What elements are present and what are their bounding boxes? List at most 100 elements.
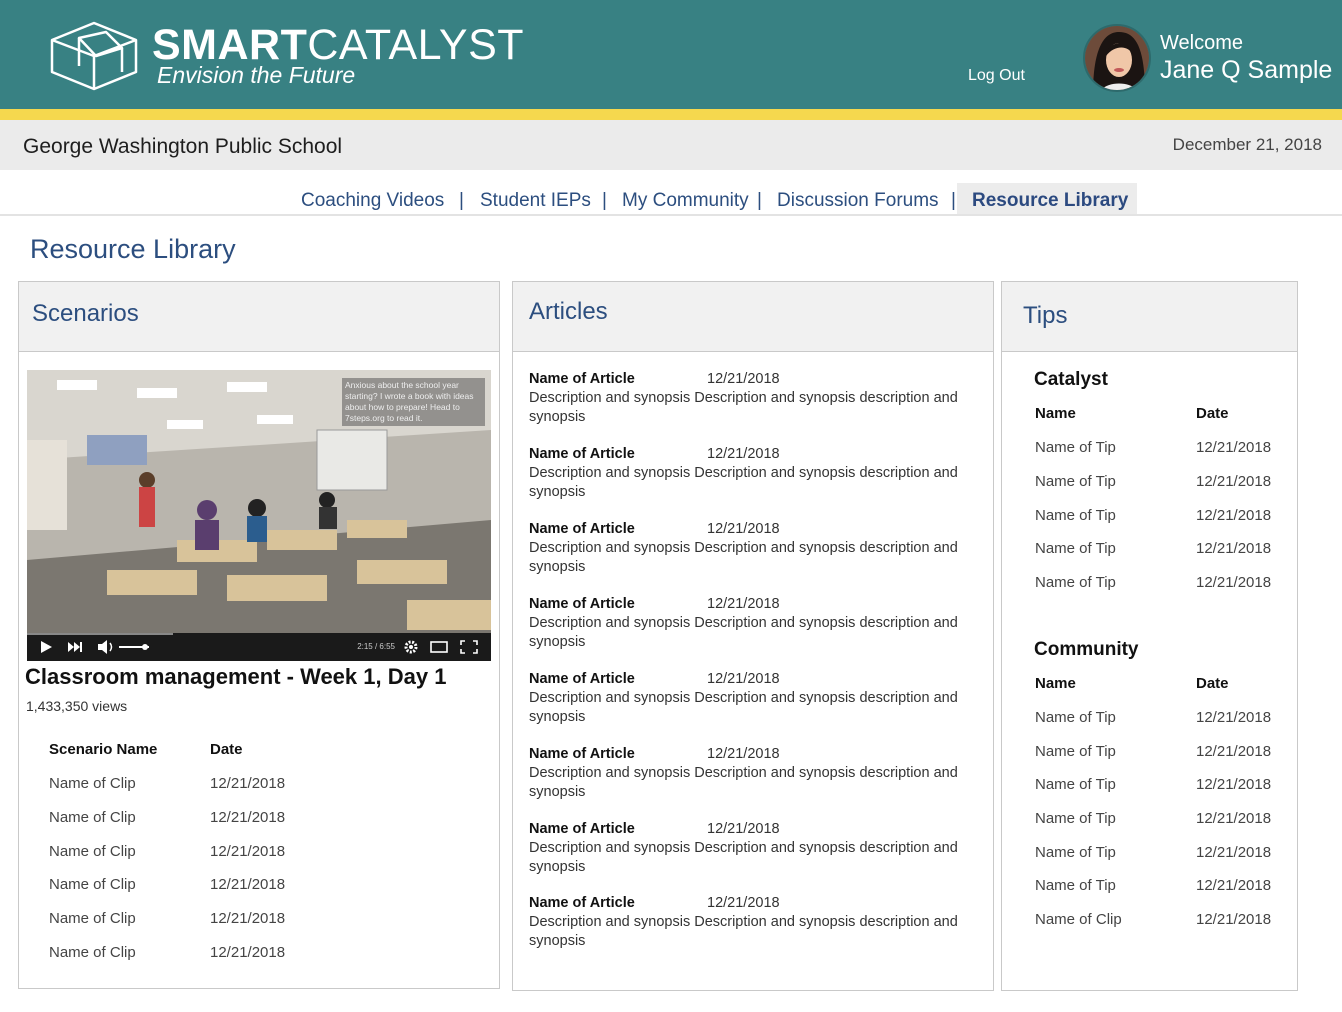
article-description: Description and synopsis Description and…: [529, 914, 958, 949]
articles-title: Articles: [529, 298, 608, 325]
play-icon[interactable]: [41, 641, 52, 653]
video-overlay-text: Anxious about the school year starting? …: [342, 378, 485, 426]
nav-separator: |: [602, 190, 607, 211]
scenario-clip-name[interactable]: Name of Clip: [49, 910, 136, 927]
welcome-label: Welcome: [1160, 32, 1243, 54]
fullscreen-icon[interactable]: [460, 640, 478, 654]
article-item[interactable]: Name of Article 12/21/2018 Description an…: [529, 745, 987, 802]
article-date: 12/21/2018: [707, 671, 780, 687]
settings-icon[interactable]: [404, 640, 418, 654]
catalyst-tip-date: 12/21/2018: [1196, 507, 1272, 524]
brand-tagline: Envision the Future: [157, 62, 356, 88]
scenario-clip-name[interactable]: Name of Clip: [49, 843, 136, 860]
community-tip-date: 12/21/2018: [1196, 810, 1272, 827]
scenario-clip-date: 12/21/2018: [210, 809, 286, 826]
article-name[interactable]: Name of Article: [529, 820, 707, 839]
scenario-clip-name[interactable]: Name of Clip: [49, 775, 136, 792]
theater-mode-icon[interactable]: [430, 641, 448, 653]
article-name[interactable]: Name of Article: [529, 670, 707, 689]
article-date: 12/21/2018: [707, 895, 780, 911]
article-item[interactable]: Name of Article 12/21/2018 Description an…: [529, 520, 987, 577]
article-name[interactable]: Name of Article: [529, 745, 707, 764]
article-description: Description and synopsis Description and…: [529, 690, 958, 725]
logout-link[interactable]: Log Out: [968, 67, 1025, 85]
article-item[interactable]: Name of Article 12/21/2018 Description an…: [529, 445, 987, 502]
scenario-clip-name[interactable]: Name of Clip: [49, 809, 136, 826]
community-tip-date: 12/21/2018: [1196, 743, 1272, 760]
tab-coaching-videos[interactable]: Coaching Videos: [301, 190, 444, 212]
article-description: Description and synopsis Description and…: [529, 765, 958, 800]
article-item[interactable]: Name of Article 12/21/2018 Description an…: [529, 595, 987, 652]
community-section-title: Community: [1034, 639, 1139, 660]
community-tip-name[interactable]: Name of Tip: [1035, 743, 1116, 760]
scenario-clip-name[interactable]: Name of Clip: [49, 876, 136, 893]
catalyst-name-header: Name: [1035, 405, 1076, 422]
community-tip-date: 12/21/2018: [1196, 844, 1272, 861]
community-tip-name[interactable]: Name of Clip: [1035, 911, 1122, 928]
tab-discussion-forums[interactable]: Discussion Forums: [777, 190, 939, 212]
volume-slider[interactable]: [119, 644, 149, 650]
article-name[interactable]: Name of Article: [529, 894, 707, 913]
article-item[interactable]: Name of Article 12/21/2018 Description an…: [529, 820, 987, 877]
article-description: Description and synopsis Description and…: [529, 615, 958, 650]
nav-separator: |: [951, 190, 956, 211]
scenario-clip-date: 12/21/2018: [210, 944, 286, 961]
scenarios-title: Scenarios: [32, 300, 139, 327]
community-tip-date: 12/21/2018: [1196, 911, 1272, 928]
community-tip-name[interactable]: Name of Tip: [1035, 844, 1116, 861]
catalyst-section-title: Catalyst: [1034, 369, 1108, 390]
nav-underline: [0, 214, 1342, 216]
article-name[interactable]: Name of Article: [529, 370, 707, 389]
catalyst-tip-name[interactable]: Name of Tip: [1035, 540, 1116, 557]
article-name[interactable]: Name of Article: [529, 445, 707, 464]
catalyst-tip-date: 12/21/2018: [1196, 439, 1272, 456]
article-name[interactable]: Name of Article: [529, 520, 707, 539]
scenario-clip-name[interactable]: Name of Clip: [49, 944, 136, 961]
tab-my-community[interactable]: My Community: [622, 190, 749, 212]
catalyst-tip-name[interactable]: Name of Tip: [1035, 574, 1116, 591]
article-description: Description and synopsis Description and…: [529, 390, 958, 425]
community-tip-name[interactable]: Name of Tip: [1035, 877, 1116, 894]
article-date: 12/21/2018: [707, 596, 780, 612]
page-title: Resource Library: [30, 234, 236, 264]
cube-logo-icon: [50, 21, 138, 91]
scenario-date-header: Date: [210, 741, 243, 758]
article-date: 12/21/2018: [707, 521, 780, 537]
catalyst-tip-date: 12/21/2018: [1196, 473, 1272, 490]
video-player[interactable]: Anxious about the school year starting? …: [27, 370, 491, 661]
video-time: 2:15 / 6:55: [357, 642, 395, 651]
community-tip-date: 12/21/2018: [1196, 877, 1272, 894]
avatar[interactable]: [1083, 24, 1151, 92]
current-date: December 21, 2018: [1172, 135, 1322, 154]
scenario-clip-date: 12/21/2018: [210, 775, 286, 792]
community-tip-date: 12/21/2018: [1196, 776, 1272, 793]
catalyst-tip-name[interactable]: Name of Tip: [1035, 439, 1116, 456]
article-name[interactable]: Name of Article: [529, 595, 707, 614]
article-description: Description and synopsis Description and…: [529, 465, 958, 500]
catalyst-tip-name[interactable]: Name of Tip: [1035, 473, 1116, 490]
nav-separator: |: [757, 190, 762, 211]
article-date: 12/21/2018: [707, 371, 780, 387]
video-views: 1,433,350 views: [26, 698, 128, 714]
tab-resource-library[interactable]: Resource Library: [972, 190, 1128, 212]
tab-student-ieps[interactable]: Student IEPs: [480, 190, 591, 212]
community-tip-name[interactable]: Name of Tip: [1035, 776, 1116, 793]
volume-icon[interactable]: [98, 640, 113, 654]
community-date-header: Date: [1196, 675, 1229, 692]
article-item[interactable]: Name of Article 12/21/2018 Description an…: [529, 894, 987, 951]
article-date: 12/21/2018: [707, 446, 780, 462]
article-item[interactable]: Name of Article 12/21/2018 Description an…: [529, 370, 987, 427]
catalyst-tip-date: 12/21/2018: [1196, 574, 1272, 591]
video-controls: 2:15 / 6:55: [27, 633, 491, 661]
next-icon[interactable]: [68, 642, 82, 652]
header-accent-bar: [0, 109, 1342, 120]
video-title[interactable]: Classroom management - Week 1, Day 1: [25, 664, 446, 690]
community-tip-name[interactable]: Name of Tip: [1035, 709, 1116, 726]
article-item[interactable]: Name of Article 12/21/2018 Description an…: [529, 670, 987, 727]
school-name: George Washington Public School: [23, 135, 343, 158]
catalyst-date-header: Date: [1196, 405, 1229, 422]
article-description: Description and synopsis Description and…: [529, 840, 958, 875]
catalyst-tip-date: 12/21/2018: [1196, 540, 1272, 557]
community-tip-name[interactable]: Name of Tip: [1035, 810, 1116, 827]
catalyst-tip-name[interactable]: Name of Tip: [1035, 507, 1116, 524]
